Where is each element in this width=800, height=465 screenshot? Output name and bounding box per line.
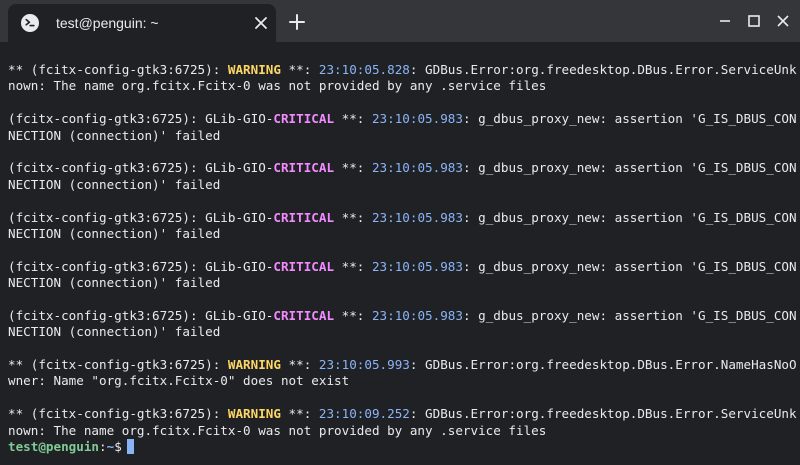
timestamp: 23:10:05.828	[318, 62, 410, 77]
log-line: ** (fcitx-config-gtk3:6725): WARNING **:…	[8, 357, 797, 373]
log-line: wner: Name "org.fcitx.Fcitx-0" does not …	[8, 373, 792, 389]
prompt-separator: :	[99, 438, 107, 454]
log-text: : g_dbus_proxy_new: assertion 'G_IS_DBUS…	[462, 209, 797, 225]
log-text: NECTION (connection)' failed	[8, 127, 221, 143]
log-text: : GDBus.Error:org.freedesktop.DBus.Error…	[409, 357, 797, 373]
log-text: (fcitx-config-gtk3:6725): GLib-GIO-	[8, 160, 274, 176]
maximize-icon[interactable]	[745, 12, 763, 30]
terminal-icon	[21, 14, 39, 32]
log-text: NECTION (connection)' failed	[8, 176, 221, 192]
timestamp: 23:10:05.993	[318, 357, 410, 373]
log-text: **:	[280, 357, 319, 373]
prompt-line: test@penguin:~$	[8, 438, 792, 455]
warning-label: WARNING	[227, 357, 281, 373]
log-line: NECTION (connection)' failed	[8, 324, 792, 340]
log-text: nown: The name org.fcitx.Fcitx-0 was not…	[8, 78, 547, 94]
log-text: : g_dbus_proxy_new: assertion 'G_IS_DBUS…	[462, 307, 797, 323]
log-text: nown: The name org.fcitx.Fcitx-0 was not…	[8, 422, 547, 438]
terminal-output[interactable]: ** (fcitx-config-gtk3:6725): WARNING **:…	[8, 62, 797, 462]
log-text: (fcitx-config-gtk3:6725): GLib-GIO-	[8, 209, 274, 225]
timestamp: 23:10:09.252	[318, 406, 410, 422]
log-text: wner: Name "org.fcitx.Fcitx-0" does not …	[8, 373, 350, 389]
warning-label: WARNING	[227, 406, 281, 422]
critical-label: CRITICAL	[273, 111, 335, 127]
close-icon[interactable]	[774, 12, 792, 30]
log-text: : g_dbus_proxy_new: assertion 'G_IS_DBUS…	[462, 258, 797, 274]
log-line: (fcitx-config-gtk3:6725): GLib-GIO-CRITI…	[8, 307, 797, 324]
log-text: ** (fcitx-config-gtk3:6725):	[8, 357, 228, 373]
log-text: : g_dbus_proxy_new: assertion 'G_IS_DBUS…	[462, 111, 797, 127]
prompt-user-host: test@penguin	[8, 438, 99, 454]
log-text: ** (fcitx-config-gtk3:6725):	[8, 62, 228, 77]
log-text: (fcitx-config-gtk3:6725): GLib-GIO-	[8, 111, 274, 127]
log-line: ** (fcitx-config-gtk3:6725): WARNING **:…	[8, 62, 797, 78]
log-line: (fcitx-config-gtk3:6725): GLib-GIO-CRITI…	[8, 209, 797, 226]
timestamp: 23:10:05.983	[371, 258, 463, 274]
log-line: NECTION (connection)' failed	[8, 177, 792, 193]
log-line: nown: The name org.fcitx.Fcitx-0 was not…	[8, 423, 792, 439]
log-text: (fcitx-config-gtk3:6725): GLib-GIO-	[8, 258, 274, 274]
log-text: **:	[334, 258, 372, 274]
log-line: NECTION (connection)' failed	[8, 128, 792, 144]
log-line: (fcitx-config-gtk3:6725): GLib-GIO-CRITI…	[8, 258, 797, 275]
log-text: **:	[280, 406, 319, 422]
log-text: : GDBus.Error:org.freedesktop.DBus.Error…	[409, 62, 797, 77]
log-text: **:	[280, 62, 319, 77]
log-text: **:	[334, 111, 372, 127]
log-text: : g_dbus_proxy_new: assertion 'G_IS_DBUS…	[462, 160, 797, 176]
prompt-symbol: $	[114, 438, 122, 454]
log-text: NECTION (connection)' failed	[8, 275, 221, 291]
tab-title: test@penguin: ~	[56, 15, 159, 31]
timestamp: 23:10:05.983	[371, 111, 463, 127]
log-text: (fcitx-config-gtk3:6725): GLib-GIO-	[8, 307, 274, 323]
log-text: NECTION (connection)' failed	[8, 324, 221, 340]
log-text: : GDBus.Error:org.freedesktop.DBus.Error…	[409, 406, 797, 422]
new-tab-icon[interactable]	[288, 13, 306, 31]
terminal-cursor	[126, 438, 134, 454]
tab-strip: test@penguin: ~	[0, 0, 800, 42]
log-line: (fcitx-config-gtk3:6725): GLib-GIO-CRITI…	[8, 111, 797, 127]
timestamp: 23:10:05.983	[371, 160, 463, 176]
log-line: NECTION (connection)' failed	[8, 275, 792, 291]
timestamp: 23:10:05.983	[371, 209, 463, 225]
timestamp: 23:10:05.983	[371, 307, 463, 323]
log-text: NECTION (connection)' failed	[8, 225, 221, 241]
critical-label: CRITICAL	[273, 209, 335, 225]
log-text: **:	[334, 160, 372, 176]
log-line: (fcitx-config-gtk3:6725): GLib-GIO-CRITI…	[8, 160, 797, 176]
tab-terminal[interactable]: test@penguin: ~	[8, 4, 276, 42]
log-text: **:	[334, 307, 372, 323]
critical-label: CRITICAL	[273, 258, 335, 274]
critical-label: CRITICAL	[273, 307, 335, 323]
tab-close-icon[interactable]	[254, 16, 268, 30]
minimize-icon[interactable]	[716, 12, 734, 30]
terminal-window: test@penguin: ~ ** (fcitx-config-gtk3:67…	[0, 0, 800, 465]
log-line: ** (fcitx-config-gtk3:6725): WARNING **:…	[8, 406, 797, 422]
critical-label: CRITICAL	[273, 160, 335, 176]
log-text: **:	[334, 209, 372, 225]
log-line: nown: The name org.fcitx.Fcitx-0 was not…	[8, 78, 792, 94]
log-text: ** (fcitx-config-gtk3:6725):	[8, 406, 228, 422]
warning-label: WARNING	[227, 62, 281, 77]
log-line: NECTION (connection)' failed	[8, 226, 792, 242]
